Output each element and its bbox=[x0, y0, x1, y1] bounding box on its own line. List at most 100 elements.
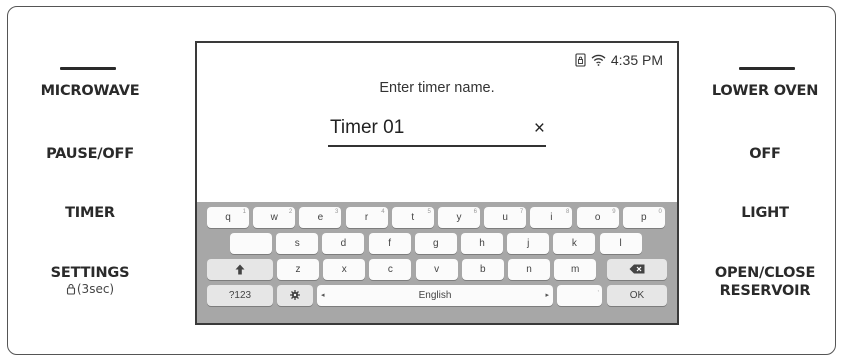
space-key-label: English bbox=[418, 290, 452, 301]
key-l-label: l bbox=[619, 238, 622, 249]
light-button[interactable]: LIGHT bbox=[690, 204, 840, 222]
key-a[interactable] bbox=[230, 233, 272, 254]
key-c[interactable]: c bbox=[369, 259, 412, 280]
key-d[interactable]: d bbox=[322, 233, 365, 254]
key-c-label: c bbox=[387, 264, 393, 275]
clock-time: 4:35 PM bbox=[610, 52, 663, 68]
keyboard-row-2: sdfghjkl bbox=[197, 233, 677, 256]
key-t-hint: 5 bbox=[427, 209, 431, 215]
key-b[interactable]: b bbox=[461, 259, 504, 280]
key-h-label: h bbox=[479, 238, 485, 249]
key-k[interactable]: k bbox=[553, 233, 596, 254]
key-x[interactable]: x bbox=[323, 259, 366, 280]
key-w[interactable]: w2 bbox=[253, 207, 296, 228]
key-p-hint: 0 bbox=[658, 209, 662, 215]
key-o-hint: 9 bbox=[612, 209, 616, 215]
key-m[interactable]: m bbox=[554, 259, 597, 280]
microwave-label: MICROWAVE bbox=[40, 83, 140, 99]
key-p-label: p bbox=[641, 212, 647, 223]
key-y-hint: 6 bbox=[473, 209, 477, 215]
settings-key[interactable] bbox=[277, 285, 313, 306]
key-e[interactable]: e3 bbox=[299, 207, 342, 228]
key-u[interactable]: u7 bbox=[484, 207, 527, 228]
key-p[interactable]: p0 bbox=[622, 207, 665, 228]
key-n-label: n bbox=[526, 264, 532, 275]
clear-input-icon[interactable]: × bbox=[534, 118, 545, 140]
key-i-label: i bbox=[550, 212, 553, 223]
key-v[interactable]: v bbox=[415, 259, 458, 280]
space-right-arrow-icon: ▸ bbox=[545, 292, 549, 299]
display-screen: 4:35 PM Enter timer name. Timer 01 × q1w… bbox=[195, 41, 679, 325]
open-close-reservoir-button[interactable]: OPEN/CLOSE RESERVOIR bbox=[690, 264, 840, 300]
key-i-hint: 8 bbox=[566, 209, 570, 215]
timer-name-input[interactable]: Timer 01 × bbox=[328, 115, 546, 147]
settings-button[interactable]: SETTINGS (3sec) bbox=[20, 264, 160, 296]
key-v-label: v bbox=[434, 264, 440, 275]
key-j-label: j bbox=[527, 238, 530, 249]
mode-key[interactable]: ?123 bbox=[207, 285, 273, 306]
key-r-label: r bbox=[364, 212, 369, 223]
key-r-hint: 4 bbox=[381, 209, 385, 215]
pause-off-button[interactable]: PAUSE/OFF bbox=[20, 145, 160, 163]
key-w-hint: 2 bbox=[288, 209, 293, 215]
settings-hold-hint: (3sec) bbox=[20, 282, 160, 296]
key-o-label: o bbox=[594, 212, 601, 223]
key-e-hint: 3 bbox=[335, 209, 339, 215]
off-button[interactable]: OFF bbox=[690, 145, 840, 163]
off-label: OFF bbox=[749, 146, 781, 162]
key-z-label: z bbox=[295, 264, 301, 275]
key-q-label: q bbox=[225, 212, 231, 223]
microwave-button[interactable]: MICROWAVE bbox=[20, 82, 160, 100]
key-s[interactable]: s bbox=[276, 233, 319, 254]
microwave-indicator bbox=[60, 67, 116, 70]
open-close-label: OPEN/CLOSE bbox=[714, 265, 816, 281]
key-y[interactable]: y6 bbox=[438, 207, 480, 228]
key-n[interactable]: n bbox=[508, 259, 550, 280]
ok-key[interactable]: OK bbox=[607, 285, 667, 306]
wifi-icon bbox=[591, 54, 606, 66]
key-x-label: x bbox=[341, 264, 347, 275]
timer-button[interactable]: TIMER bbox=[20, 204, 160, 222]
key-h[interactable]: h bbox=[461, 233, 503, 254]
lower-oven-indicator bbox=[739, 67, 795, 70]
lower-oven-label: LOWER OVEN bbox=[711, 83, 819, 99]
status-bar: 4:35 PM bbox=[575, 52, 663, 68]
backspace-key[interactable] bbox=[607, 259, 667, 280]
door-lock-icon bbox=[575, 53, 586, 67]
key-f-label: f bbox=[388, 238, 391, 249]
lower-oven-button[interactable]: LOWER OVEN bbox=[690, 82, 840, 100]
key-b-label: b bbox=[480, 264, 486, 275]
space-key[interactable]: ◂ English ▸ bbox=[317, 285, 553, 306]
key-t-label: t bbox=[411, 212, 415, 223]
light-label: LIGHT bbox=[741, 205, 789, 221]
key-s-label: s bbox=[294, 238, 300, 249]
key-z[interactable]: z bbox=[277, 259, 319, 280]
key-r[interactable]: r4 bbox=[345, 207, 388, 228]
period-key[interactable]: , bbox=[557, 285, 602, 306]
keyboard-row-4: ?123 ◂ English ▸ , OK bbox=[197, 285, 677, 308]
reservoir-label: RESERVOIR bbox=[719, 283, 811, 299]
key-i[interactable]: i8 bbox=[530, 207, 573, 228]
key-y-label: y bbox=[456, 212, 462, 223]
key-u-hint: 7 bbox=[519, 209, 524, 215]
key-u-label: u bbox=[502, 212, 508, 223]
lock-icon bbox=[66, 283, 75, 295]
prompt-text: Enter timer name. bbox=[379, 80, 495, 96]
shift-key[interactable] bbox=[207, 259, 273, 280]
key-f[interactable]: f bbox=[368, 233, 411, 254]
key-o[interactable]: o9 bbox=[576, 207, 619, 228]
timer-label: TIMER bbox=[65, 205, 115, 221]
key-l[interactable]: l bbox=[599, 233, 642, 254]
shift-icon bbox=[235, 264, 245, 275]
key-d-label: d bbox=[340, 238, 347, 249]
key-m-label: m bbox=[571, 264, 580, 275]
key-g-label: g bbox=[433, 238, 439, 249]
key-w-label: w bbox=[270, 212, 278, 223]
key-q-hint: 1 bbox=[242, 209, 246, 215]
onscreen-keyboard: q1w2e3r4t5y6u7i8o9p0 sdfghjkl zxcvbnm ?1… bbox=[197, 202, 677, 323]
key-q[interactable]: q1 bbox=[207, 207, 249, 228]
backspace-icon bbox=[629, 264, 645, 274]
key-t[interactable]: t5 bbox=[391, 207, 434, 228]
key-j[interactable]: j bbox=[507, 233, 550, 254]
key-g[interactable]: g bbox=[414, 233, 457, 254]
